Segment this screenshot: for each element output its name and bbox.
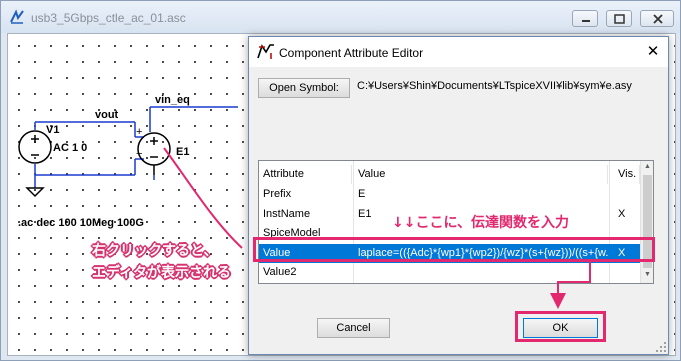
ltspice-app-icon <box>10 9 24 24</box>
table-header-row: Attribute Value Vis. <box>259 165 642 184</box>
minimize-icon <box>582 20 590 22</box>
table-scrollbar[interactable]: ▲ ▼ <box>640 161 653 283</box>
e1-plus-label: + <box>136 126 143 138</box>
annotation-insert-here: ↓↓ここに、伝達関数を入力 <box>392 215 570 231</box>
dialog-title: Component Attribute Editor <box>279 46 424 60</box>
dialog-titlebar[interactable]: Component Attribute Editor ✕ <box>249 37 668 67</box>
resize-grip-icon[interactable] <box>655 341 667 353</box>
component-icon <box>257 44 274 59</box>
annotation-right-click-line1: 右クリックすると、 <box>92 243 218 259</box>
attribute-name: InstName <box>263 208 311 220</box>
open-symbol-button[interactable]: Open Symbol: <box>258 78 350 98</box>
symbol-path-text: C:¥Users¥Shin¥Documents¥LTspiceXVII¥lib¥… <box>357 80 632 92</box>
maximize-button[interactable] <box>606 10 632 27</box>
attribute-name: Prefix <box>263 188 292 200</box>
value-row-highlight-box <box>253 237 655 262</box>
net-label-vin-eq[interactable]: vin_eq <box>155 94 190 106</box>
table-row[interactable]: Value2 <box>259 263 642 282</box>
e1-source-symbol <box>137 132 171 175</box>
table-row[interactable]: Prefix E <box>259 185 642 204</box>
ok-button-highlight-box <box>515 311 606 342</box>
window-title: usb3_5Gbps_ctle_ac_01.asc <box>31 11 186 25</box>
dialog-close-button[interactable]: ✕ <box>638 37 668 67</box>
ground-symbol <box>25 187 45 198</box>
header-vis[interactable]: Vis. <box>610 165 640 184</box>
attribute-name: Value2 <box>263 266 297 278</box>
scroll-down-icon[interactable]: ▼ <box>641 271 653 278</box>
net-label-vout[interactable]: vout <box>95 109 118 121</box>
v1-instance-name[interactable]: V1 <box>46 124 59 136</box>
attribute-value[interactable]: E <box>354 185 608 204</box>
cancel-button[interactable]: Cancel <box>317 318 390 338</box>
e1-minus-label: − <box>136 148 143 160</box>
scroll-up-icon[interactable]: ▲ <box>641 163 653 170</box>
e1-instance-name[interactable]: E1 <box>176 146 189 158</box>
attribute-vis[interactable] <box>610 185 640 204</box>
header-attribute[interactable]: Attribute <box>259 165 352 184</box>
spice-directive[interactable]: .ac dec 100 10Meg 100G <box>18 217 144 229</box>
minimize-button[interactable] <box>572 10 598 27</box>
v1-value-text[interactable]: AC 1 0 <box>53 142 87 154</box>
attribute-vis[interactable] <box>610 263 640 282</box>
component-attribute-editor-dialog: Component Attribute Editor ✕ Open Symbol… <box>248 36 669 355</box>
header-value[interactable]: Value <box>354 165 608 184</box>
maximize-icon <box>614 14 625 24</box>
attribute-vis[interactable]: X <box>610 205 640 224</box>
close-icon <box>653 14 663 24</box>
window-titlebar[interactable]: usb3_5Gbps_ctle_ac_01.asc <box>1 1 680 33</box>
annotation-right-click-line2: エディタが表示される <box>92 265 232 281</box>
window-close-button[interactable] <box>640 10 674 27</box>
attribute-value[interactable] <box>354 263 608 282</box>
